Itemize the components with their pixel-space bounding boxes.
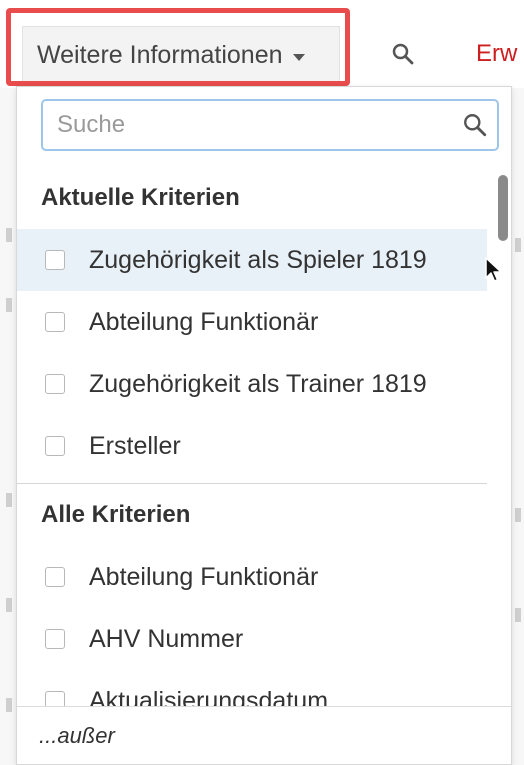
list-item[interactable]: Zugehörigkeit als Trainer 1819	[17, 353, 487, 415]
edge-mark	[6, 493, 12, 507]
edge-mark	[6, 598, 12, 612]
search-field-icon-wrap	[453, 103, 497, 147]
edge-mark	[6, 698, 12, 712]
list-item-label: Zugehörigkeit als Trainer 1819	[89, 369, 427, 398]
list-item-label: Abteilung Funktionär	[89, 307, 319, 336]
criteria-list[interactable]: Aktuelle Kriterien Zugehörigkeit als Spi…	[17, 167, 487, 709]
toolbar: Weitere Informationen Erw	[0, 0, 524, 88]
criteria-search-field[interactable]	[41, 99, 499, 151]
checkbox[interactable]	[45, 374, 65, 394]
background-page-right	[512, 88, 524, 765]
toolbar-search-button[interactable]	[378, 32, 428, 76]
mouse-pointer-icon	[485, 257, 502, 282]
list-item[interactable]: Ersteller	[17, 415, 487, 477]
list-item-label: Zugehörigkeit als Spieler 1819	[89, 245, 427, 274]
section-title-all: Alle Kriterien	[41, 501, 191, 528]
list-item[interactable]: AHV Nummer	[17, 608, 487, 670]
list-item-label: Abteilung Funktionär	[89, 562, 319, 591]
criteria-dropdown: Aktuelle Kriterien Zugehörigkeit als Spi…	[16, 86, 512, 765]
checkbox[interactable]	[45, 436, 65, 456]
list-item[interactable]: Zugehörigkeit als Spieler 1819	[17, 229, 487, 291]
checkbox[interactable]	[45, 567, 65, 587]
section-title-current: Aktuelle Kriterien	[41, 184, 240, 211]
checkbox[interactable]	[45, 312, 65, 332]
edge-mark	[515, 608, 521, 622]
edge-mark	[6, 228, 12, 242]
search-icon	[392, 43, 414, 65]
list-item[interactable]: Aktualisierungsdatum	[17, 670, 487, 709]
criteria-search-input[interactable]	[55, 104, 453, 146]
list-item-label: AHV Nummer	[89, 624, 244, 653]
highlight-frame	[6, 8, 350, 86]
extended-link[interactable]: Erw	[476, 40, 517, 68]
exclude-option[interactable]: ...außer	[17, 706, 511, 764]
background-page-left	[0, 88, 16, 765]
edge-mark	[6, 298, 12, 312]
edge-mark	[515, 238, 521, 252]
list-item[interactable]: Abteilung Funktionär	[17, 546, 487, 608]
edge-mark	[515, 508, 521, 522]
checkbox[interactable]	[45, 629, 65, 649]
checkbox[interactable]	[45, 250, 65, 270]
list-item[interactable]: Abteilung Funktionär	[17, 291, 487, 353]
scrollbar-thumb[interactable]	[498, 175, 508, 241]
search-icon	[464, 114, 487, 137]
list-item-label: Ersteller	[89, 431, 181, 460]
